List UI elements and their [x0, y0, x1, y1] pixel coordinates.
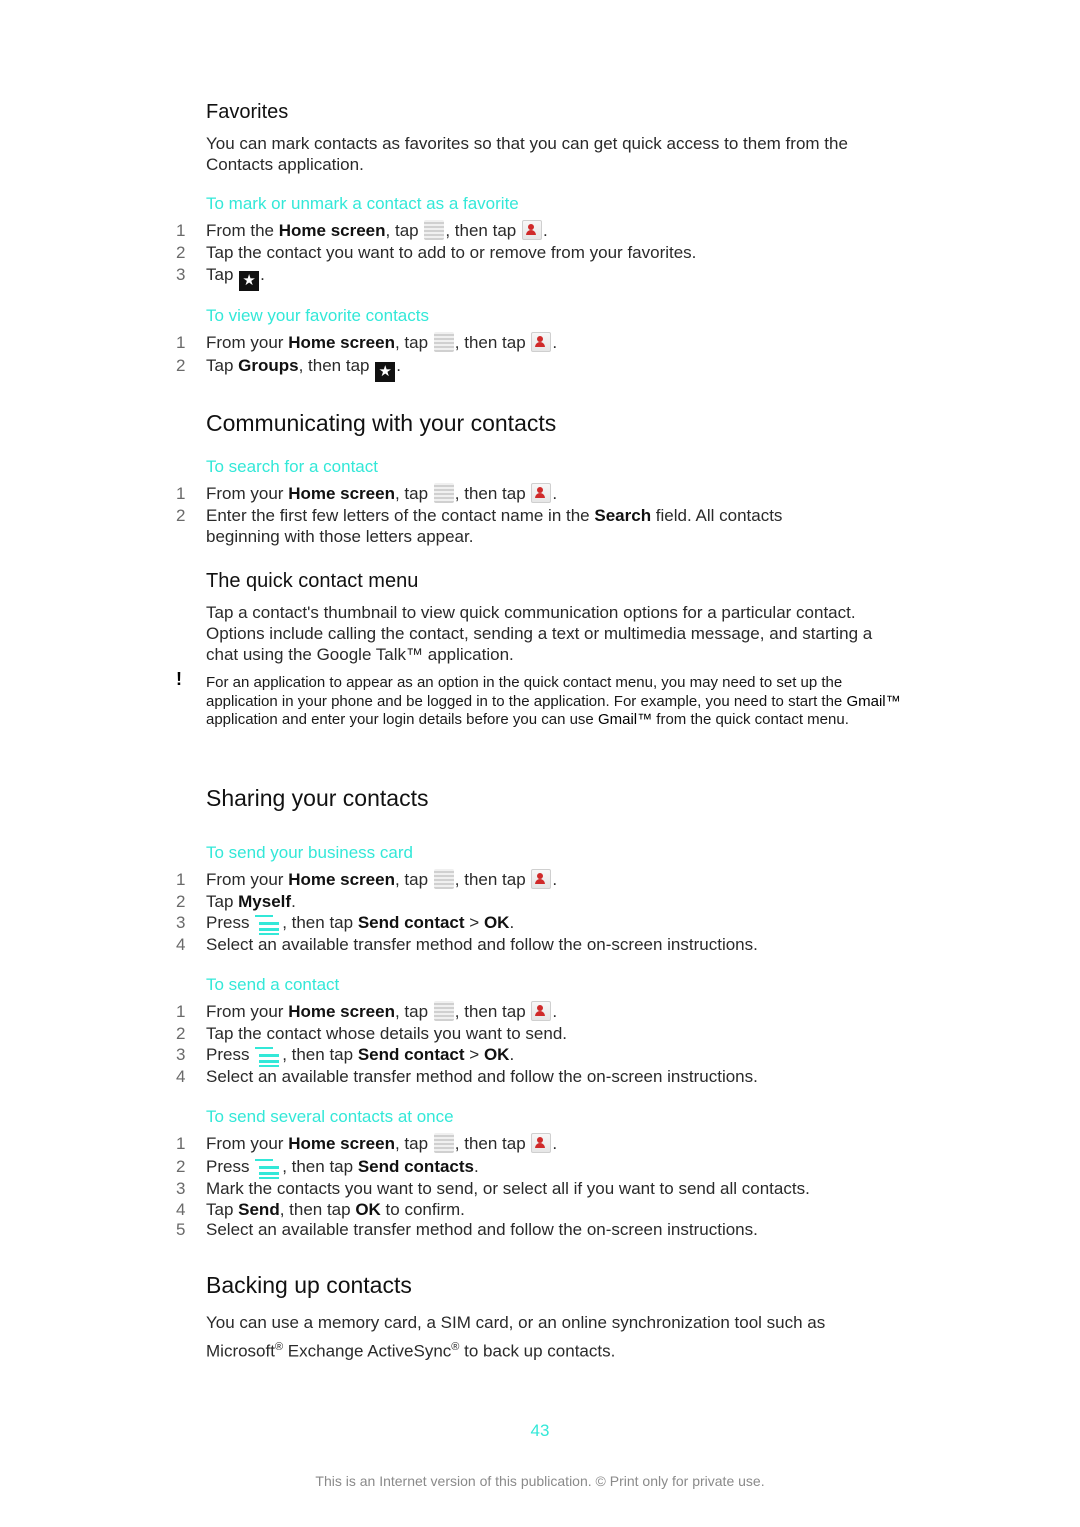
- step: 4 Tap Send, then tap OK to confirm.: [176, 1200, 465, 1219]
- menu-icon: [255, 913, 281, 935]
- contacts-icon: [531, 483, 552, 503]
- step: 1 From your Home screen, tap , then tap …: [176, 1133, 558, 1153]
- app-grid-icon: [433, 1133, 454, 1153]
- app-grid-icon: [424, 220, 445, 240]
- step: 1 From your Home screen, tap , then tap …: [176, 483, 558, 503]
- contacts-icon: [531, 332, 552, 352]
- favorites-heading: Favorites: [206, 101, 289, 123]
- contacts-icon: [521, 220, 542, 240]
- menu-icon: [255, 1045, 281, 1067]
- step: 4 Select an available transfer method an…: [176, 1067, 758, 1086]
- step: 2 Tap the contact whose details you want…: [176, 1024, 568, 1043]
- step: 2 Tap Groups, then tap ★.: [176, 356, 401, 382]
- task-title-send-contact: To send a contact: [206, 975, 340, 994]
- step: 3 Tap ★.: [176, 265, 265, 291]
- quick-menu-heading: The quick contact menu: [206, 570, 419, 592]
- backup-body: You can use a memory card, a SIM card, o…: [206, 1313, 826, 1361]
- app-grid-icon: [433, 483, 454, 503]
- task-title-send-several: To send several contacts at once: [206, 1107, 454, 1126]
- step: 1 From the Home screen, tap , then tap .: [176, 220, 548, 240]
- task-title-view-favorites: To view your favorite contacts: [206, 306, 429, 325]
- footer-note: This is an Internet version of this publ…: [315, 1473, 765, 1489]
- app-grid-icon: [433, 332, 454, 352]
- step: 5 Select an available transfer method an…: [176, 1220, 758, 1239]
- page-number: 43: [530, 1421, 550, 1440]
- contacts-icon: [531, 869, 552, 889]
- step: 1 From your Home screen, tap , then tap …: [176, 332, 558, 352]
- app-grid-icon: [433, 1001, 454, 1021]
- contacts-icon: [531, 1001, 552, 1021]
- quick-menu-note: For an application to appear as an optio…: [206, 674, 901, 728]
- contacts-icon: [531, 1133, 552, 1153]
- step: 3 Press , then tap Send contact > OK.: [176, 1044, 896, 1067]
- step: 3 Mark the contacts you want to send, or…: [176, 1179, 810, 1198]
- exclamation-icon: !: [176, 669, 182, 689]
- star-icon: ★: [239, 271, 260, 291]
- sharing-heading: Sharing your contacts: [206, 785, 429, 811]
- app-grid-icon: [433, 869, 454, 889]
- menu-icon: [255, 1157, 281, 1179]
- step: 2 Press , then tap Send contacts.: [176, 1156, 896, 1179]
- task-title-search-contact: To search for a contact: [206, 457, 378, 476]
- backup-heading: Backing up contacts: [206, 1272, 412, 1298]
- step: 1 From your Home screen, tap , then tap …: [176, 1001, 558, 1021]
- quick-menu-body: Tap a contact's thumbnail to view quick …: [206, 603, 873, 664]
- star-icon: ★: [375, 362, 396, 382]
- favorites-intro: You can mark contacts as favorites so th…: [206, 134, 848, 174]
- task-title-mark-favorite: To mark or unmark a contact as a favorit…: [206, 194, 519, 213]
- communicating-heading: Communicating with your contacts: [206, 410, 557, 436]
- step: 2 Tap the contact you want to add to or …: [176, 243, 697, 262]
- step: 2 Enter the first few letters of the con…: [176, 506, 783, 546]
- step: 1 From your Home screen, tap , then tap …: [176, 869, 558, 889]
- task-title-business-card: To send your business card: [206, 843, 413, 862]
- step: 3 Press , then tap Send contact > OK.: [176, 912, 896, 935]
- step: 4 Select an available transfer method an…: [176, 935, 758, 954]
- step: 2 Tap Myself.: [176, 892, 296, 911]
